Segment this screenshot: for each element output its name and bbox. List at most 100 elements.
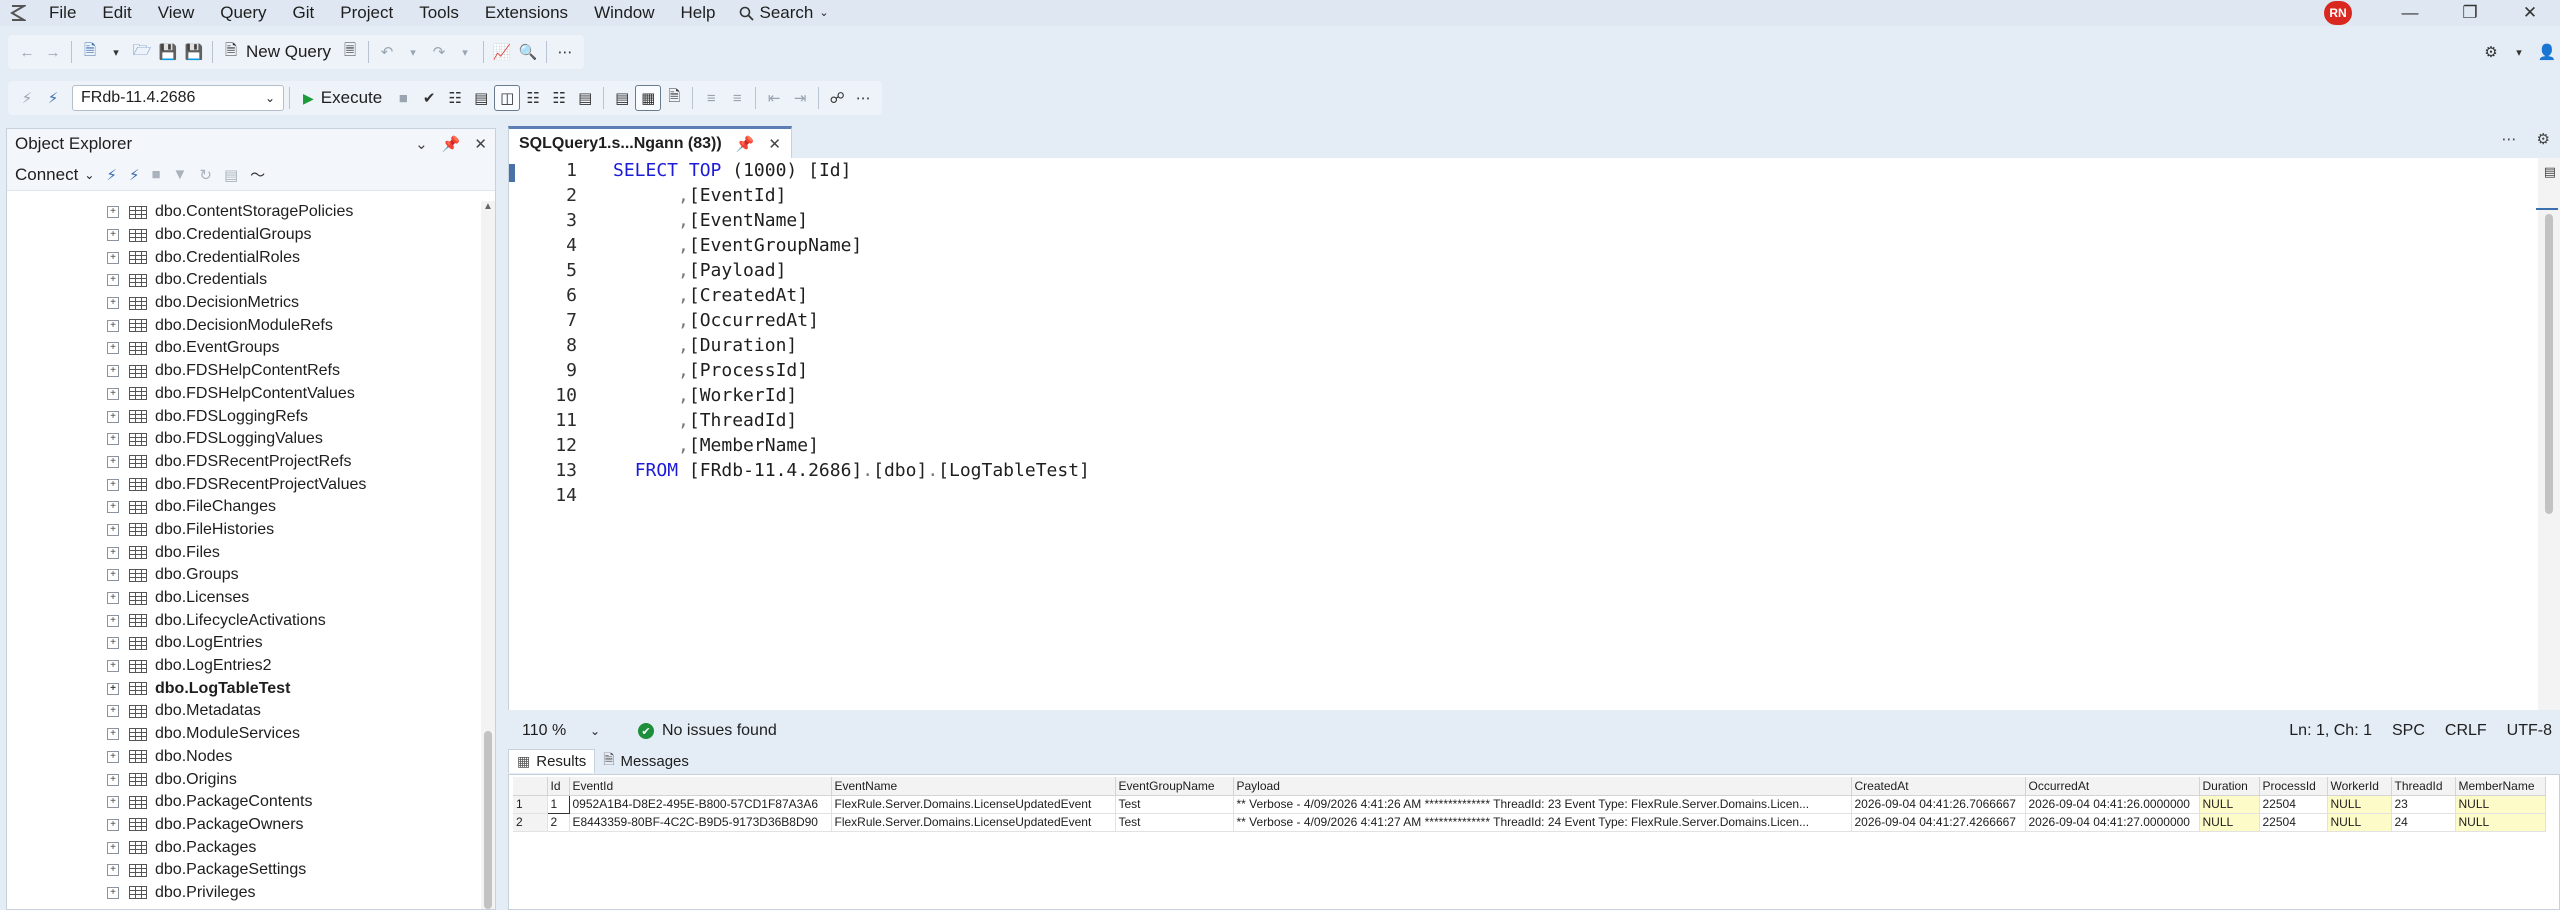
splitter[interactable]	[496, 126, 508, 910]
find-in-files-icon[interactable]: 🔍	[515, 39, 541, 65]
stop-icon[interactable]: ■	[151, 166, 160, 183]
expand-icon[interactable]: +	[107, 728, 119, 741]
connect-plug-icon[interactable]: ⚡	[106, 166, 117, 184]
tree-item[interactable]: + dbo.FDSRecentProjectRefs	[7, 451, 477, 474]
expand-icon[interactable]: +	[107, 297, 119, 310]
expand-icon[interactable]: +	[107, 841, 119, 854]
expand-icon[interactable]: +	[107, 886, 119, 899]
tree-item[interactable]: + dbo.Groups	[7, 564, 477, 587]
parse-checkmark-icon[interactable]: ✔	[416, 85, 442, 111]
table-cell[interactable]: 23	[2391, 795, 2456, 814]
expand-icon[interactable]: +	[107, 523, 119, 536]
column-header[interactable]: MemberName	[2455, 777, 2546, 796]
column-header[interactable]: Payload	[1233, 777, 1852, 796]
split-window-icon[interactable]: ▤	[2544, 164, 2556, 180]
stop-icon[interactable]: ■	[390, 85, 416, 111]
intellisense-toggle-icon[interactable]: ◫	[494, 85, 521, 111]
tree-item[interactable]: + dbo.FDSHelpContentRefs	[7, 360, 477, 383]
chevron-down-icon[interactable]: ⌄	[415, 135, 428, 153]
filter-icon[interactable]: ▼	[173, 166, 188, 183]
ssms-logo-icon[interactable]	[0, 0, 36, 26]
decrease-indent-icon[interactable]: ⇤	[761, 85, 787, 111]
expand-icon[interactable]: +	[107, 796, 119, 809]
open-folder-icon[interactable]: 🗁	[129, 39, 155, 65]
results-to-text-icon[interactable]: ▤	[609, 85, 635, 111]
expand-icon[interactable]: +	[107, 750, 119, 763]
activity-monitor-icon[interactable]: 📈	[489, 39, 515, 65]
chevron-down-icon[interactable]: ▾	[400, 39, 426, 65]
tree-item[interactable]: + dbo.Packages	[7, 836, 477, 859]
expand-icon[interactable]: +	[107, 478, 119, 491]
column-header[interactable]	[513, 777, 548, 796]
new-query-button[interactable]: New Query	[244, 42, 337, 62]
new-file-icon[interactable]: 🗎	[77, 39, 103, 65]
comment-icon[interactable]: ≡	[698, 85, 724, 111]
table-cell[interactable]: NULL	[2455, 813, 2546, 832]
table-row[interactable]: 2 2 E8443359-80BF-4C2C-B9D5-9173D36B8D90 Fl…	[513, 813, 2546, 832]
tree-item[interactable]: + dbo.DecisionMetrics	[7, 292, 477, 315]
live-share-icon[interactable]: ⚙	[2478, 39, 2504, 65]
editor-scroll-thumb[interactable]	[2545, 214, 2553, 514]
tree-item[interactable]: + dbo.LogEntries2	[7, 655, 477, 678]
table-row[interactable]: 1 1 0952A1B4-D8E2-495E-B800-57CD1F87A3A6 Fl…	[513, 794, 2546, 814]
actual-plan-icon[interactable]: ☷	[520, 85, 546, 111]
scroll-up-icon[interactable]: ▲	[483, 201, 493, 212]
tree-item[interactable]: + dbo.PackageSettings	[7, 859, 477, 882]
chevron-down-icon[interactable]: ▾	[452, 39, 478, 65]
expand-icon[interactable]: +	[107, 251, 119, 264]
expand-icon[interactable]: +	[107, 660, 119, 673]
table-cell[interactable]: ** Verbose - 4/09/2026 4:41:27 AM ******…	[1233, 813, 1852, 832]
table-cell[interactable]: FlexRule.Server.Domains.LicenseUpdatedEv…	[831, 795, 1116, 814]
tree-item[interactable]: + dbo.Licenses	[7, 587, 477, 610]
tree-item[interactable]: + dbo.CredentialRoles	[7, 246, 477, 269]
tree-item[interactable]: + dbo.PackageOwners	[7, 814, 477, 837]
connect-plug-icon[interactable]: ⚡	[14, 85, 40, 111]
specify-values-icon[interactable]: ☍	[824, 85, 850, 111]
expand-icon[interactable]: +	[107, 637, 119, 650]
column-header[interactable]: WorkerId	[2327, 777, 2392, 796]
column-header[interactable]: Id	[547, 777, 570, 796]
menu-help[interactable]: Help	[668, 0, 729, 26]
column-header[interactable]: EventName	[831, 777, 1116, 796]
table-cell[interactable]: 2026-09-04 04:41:27.4266667	[1851, 813, 2026, 832]
tab-results[interactable]: ▦ Results	[508, 749, 596, 773]
column-header[interactable]: OccurredAt	[2025, 777, 2200, 796]
tree-item[interactable]: + dbo.FileHistories	[7, 519, 477, 542]
pulse-icon[interactable]: 〜	[250, 164, 265, 185]
table-cell[interactable]: E8443359-80BF-4C2C-B9D5-9173D36B8D90	[569, 813, 832, 832]
menu-tools[interactable]: Tools	[406, 0, 472, 26]
menu-extensions[interactable]: Extensions	[472, 0, 581, 26]
table-cell[interactable]: ** Verbose - 4/09/2026 4:41:26 AM ******…	[1233, 795, 1852, 814]
expand-icon[interactable]: +	[107, 387, 119, 400]
tree-item[interactable]: + dbo.EventGroups	[7, 337, 477, 360]
tree-item[interactable]: + dbo.Files	[7, 541, 477, 564]
expand-icon[interactable]: +	[107, 682, 119, 695]
tree-item[interactable]: + dbo.LogTableTest	[7, 677, 477, 700]
more-icon[interactable]: ⋯	[2502, 130, 2517, 148]
encoding[interactable]: UTF-8	[2507, 722, 2552, 740]
expand-icon[interactable]: +	[107, 546, 119, 559]
table-cell[interactable]: 2026-09-04 04:41:26.7066667	[1851, 795, 2026, 814]
results-to-file-icon[interactable]: 🗎	[661, 85, 687, 111]
restore-button[interactable]: ❐	[2440, 0, 2500, 26]
column-header[interactable]: EventId	[569, 777, 832, 796]
table-cell[interactable]: 0952A1B4-D8E2-495E-B800-57CD1F87A3A6	[569, 795, 832, 814]
cursor-position[interactable]: Ln: 1, Ch: 1	[2289, 722, 2372, 740]
menu-query[interactable]: Query	[207, 0, 279, 26]
expand-icon[interactable]: +	[107, 501, 119, 514]
tree-item[interactable]: + dbo.Credentials	[7, 269, 477, 292]
estimated-plan-icon[interactable]: ☷	[442, 85, 468, 111]
tree-item[interactable]: + dbo.PackageContents	[7, 791, 477, 814]
close-icon[interactable]: ✕	[474, 135, 487, 153]
tree-item[interactable]: + dbo.FileChanges	[7, 496, 477, 519]
tree-item[interactable]: + dbo.ModuleServices	[7, 723, 477, 746]
expand-icon[interactable]: +	[107, 319, 119, 332]
expand-icon[interactable]: +	[107, 433, 119, 446]
increase-indent-icon[interactable]: ⇥	[787, 85, 813, 111]
menu-view[interactable]: View	[145, 0, 208, 26]
tree-item[interactable]: + dbo.LifecycleActivations	[7, 609, 477, 632]
table-cell[interactable]: NULL	[2327, 795, 2392, 814]
column-header[interactable]: Duration	[2199, 777, 2260, 796]
avatar[interactable]: RN	[2324, 1, 2352, 25]
uncomment-icon[interactable]: ≡	[724, 85, 750, 111]
